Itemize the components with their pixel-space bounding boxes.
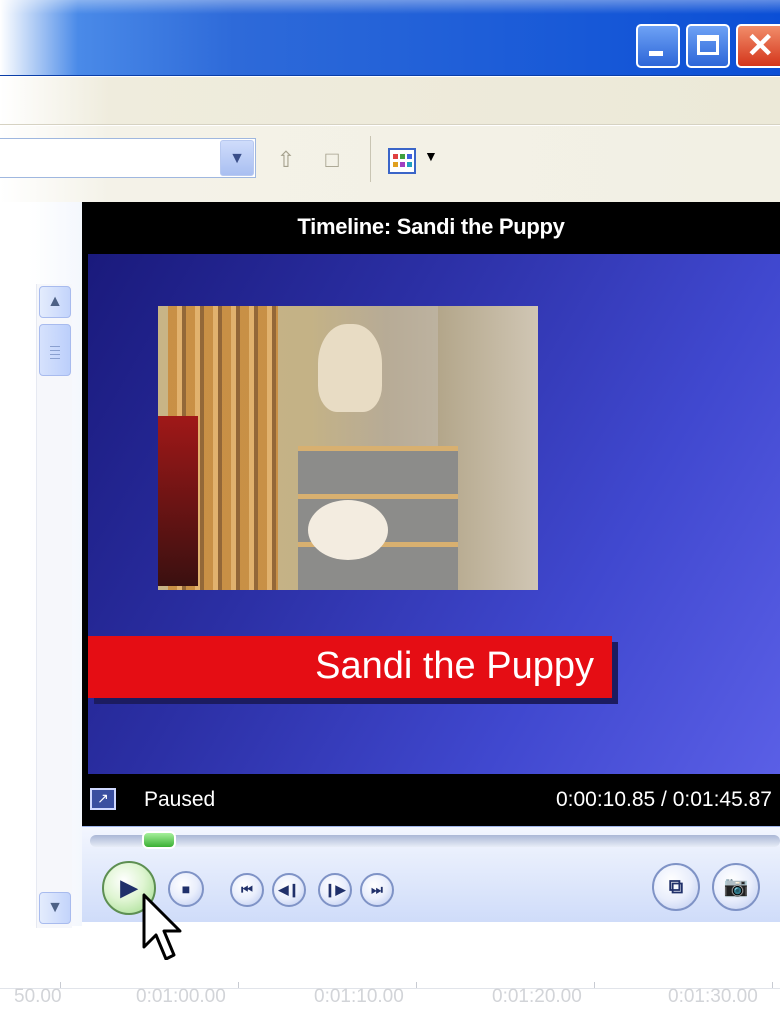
scroll-down-icon[interactable]: ▼ xyxy=(39,892,71,924)
ruler-tick xyxy=(772,982,773,988)
close-button[interactable]: ✕ xyxy=(736,24,780,68)
ruler-label: 0:01:00.00 xyxy=(136,986,226,1007)
minimize-button[interactable] xyxy=(636,24,680,68)
seek-bar[interactable] xyxy=(90,835,780,847)
playback-status: Paused xyxy=(144,788,216,811)
scroll-thumb[interactable] xyxy=(39,324,71,376)
back-frame-button[interactable]: ◀❙ xyxy=(272,873,306,907)
minimize-icon xyxy=(649,51,663,56)
ruler-label: 0:01:10.00 xyxy=(314,986,404,1007)
mouse-cursor-icon xyxy=(142,893,182,961)
video-frame-photo xyxy=(158,306,538,590)
views-icon[interactable] xyxy=(388,148,416,174)
toolbar: ▼ ⇧ □ ▼ xyxy=(0,126,780,202)
chevron-down-icon[interactable]: ▼ xyxy=(220,140,254,176)
ruler-label: 0:01:20.00 xyxy=(492,986,582,1007)
take-picture-button[interactable]: 📷 xyxy=(712,863,760,911)
maximize-icon xyxy=(697,35,719,55)
scroll-up-icon[interactable]: ▲ xyxy=(39,286,71,318)
window-titlebar: ✕ xyxy=(0,0,780,76)
playback-time: 0:00:10.85 / 0:01:45.87 xyxy=(555,788,772,811)
fullscreen-icon[interactable]: ↗ xyxy=(90,788,116,810)
preview-monitor: Timeline: Sandi the Puppy Sandi the Pupp… xyxy=(82,202,780,922)
menu-bar xyxy=(0,77,780,125)
playback-controls: ▶ ■ ⏮ ◀❙ ❙▶ ⏭ ⧉ 📷 xyxy=(82,826,780,922)
photo-cat xyxy=(308,500,388,560)
title-banner-text: Sandi the Puppy xyxy=(315,645,594,687)
new-folder-icon[interactable]: □ xyxy=(318,146,346,174)
ruler-tick xyxy=(416,982,417,988)
timeline-ruler[interactable]: 50.00 0:01:00.00 0:01:10.00 0:01:20.00 0… xyxy=(0,960,780,1014)
seek-thumb[interactable] xyxy=(142,831,176,849)
titlebar-gloss xyxy=(0,0,780,14)
monitor-title: Timeline: Sandi the Puppy xyxy=(297,214,565,239)
ruler-label: 50.00 xyxy=(14,986,62,1007)
location-combo[interactable]: ▼ xyxy=(0,138,256,178)
vertical-scrollbar[interactable]: ▲ ▼ xyxy=(36,284,72,928)
photo-fabric xyxy=(158,416,198,586)
maximize-button[interactable] xyxy=(686,24,730,68)
photo-stair xyxy=(298,446,458,494)
views-dropdown-icon[interactable]: ▼ xyxy=(424,148,438,164)
up-folder-icon[interactable]: ⇧ xyxy=(272,146,300,174)
video-preview[interactable]: Sandi the Puppy xyxy=(88,254,780,774)
next-frame-group-button[interactable]: ⏭ xyxy=(360,873,394,907)
ruler-tick xyxy=(238,982,239,988)
previous-frame-group-button[interactable]: ⏮ xyxy=(230,873,264,907)
split-clip-button[interactable]: ⧉ xyxy=(652,863,700,911)
monitor-status-bar: ↗ Paused 0:00:10.85 / 0:01:45.87 xyxy=(82,776,780,824)
ruler-label: 0:01:30.00 xyxy=(668,986,758,1007)
forward-frame-button[interactable]: ❙▶ xyxy=(318,873,352,907)
grip-icon xyxy=(40,325,70,359)
ruler-tick xyxy=(594,982,595,988)
close-icon: ✕ xyxy=(746,27,775,65)
photo-puppy xyxy=(318,324,382,412)
title-banner: Sandi the Puppy xyxy=(88,636,612,698)
toolbar-separator xyxy=(370,136,371,182)
